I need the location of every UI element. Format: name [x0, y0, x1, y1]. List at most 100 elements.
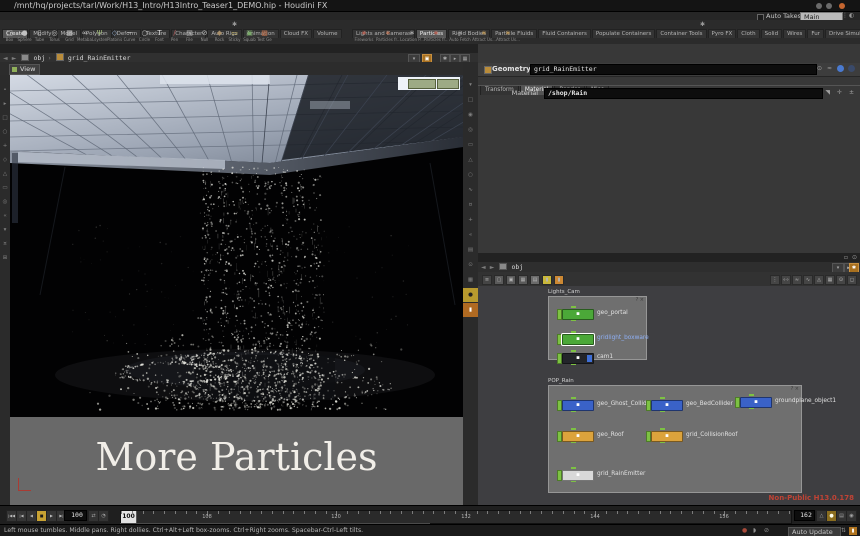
- viewport-tool-icon[interactable]: ▭: [0, 181, 10, 195]
- scene-path-node[interactable]: grid_RainEmitter: [68, 54, 131, 62]
- display-option-icon[interactable]: ⊙: [463, 258, 478, 272]
- viewport-camera-menu[interactable]: [408, 79, 436, 89]
- node-body[interactable]: ▪: [651, 431, 683, 442]
- shelf-tool-attract-us[interactable]: ∗Attract Us...: [496, 29, 520, 42]
- shelf-tab-volume[interactable]: Volume: [313, 29, 341, 38]
- search-icon[interactable]: ⊙: [817, 65, 822, 72]
- viewport-view-menu[interactable]: [437, 79, 459, 89]
- shelf-tool-curve[interactable]: ~Curve: [122, 29, 137, 42]
- network-view-icon[interactable]: ∘∘: [781, 275, 791, 285]
- node-body[interactable]: ▪: [740, 397, 772, 408]
- display-option-icon[interactable]: ▤: [463, 243, 478, 257]
- range-end-field[interactable]: 162: [794, 510, 815, 521]
- minimize-button[interactable]: [816, 3, 822, 9]
- display-option-icon[interactable]: ●: [463, 288, 478, 302]
- shelf-tool-grid[interactable]: ▦Grid: [62, 29, 77, 42]
- node-input-connector[interactable]: [571, 306, 576, 308]
- shelf-tool-squab[interactable]: ▣Squab: [242, 29, 257, 42]
- display-option-icon[interactable]: ∿: [463, 183, 478, 197]
- network-view-icon[interactable]: ⋮: [770, 275, 780, 285]
- pane-menu-icon[interactable]: ⊙: [852, 254, 857, 261]
- back-icon[interactable]: ◄: [3, 55, 8, 62]
- network-tool-icon[interactable]: ▢: [494, 275, 504, 285]
- display-option-icon[interactable]: ▦: [463, 273, 478, 287]
- node-input-connector[interactable]: [571, 350, 576, 352]
- shelf-tool-metaball[interactable]: ∞Metaball: [77, 29, 92, 42]
- network-box-pop-rain[interactable]: ? ×▪geo_Ghost_Collider▪geo_BedCollider▪g…: [548, 385, 802, 493]
- record-icon[interactable]: ●: [742, 527, 747, 534]
- viewport-tool-icon[interactable]: ¤: [0, 237, 10, 251]
- cook-icon[interactable]: ▮: [849, 527, 857, 535]
- network-view-icon[interactable]: ◻: [847, 275, 857, 285]
- scene-path-root[interactable]: obj: [33, 54, 45, 62]
- node-body[interactable]: ▪: [562, 334, 594, 345]
- forward-icon[interactable]: ►: [490, 264, 495, 271]
- node-input-connector[interactable]: [749, 394, 754, 396]
- current-frame-field[interactable]: 100: [64, 510, 87, 521]
- shelf-tool-box[interactable]: □Box: [2, 29, 17, 42]
- node-input-connector[interactable]: [571, 397, 576, 399]
- shelf-tab-cloth[interactable]: Cloth: [737, 29, 759, 38]
- viewport-tool-icon[interactable]: «: [0, 209, 10, 223]
- network-path-root[interactable]: obj: [511, 263, 523, 271]
- shelf-tool-location-p[interactable]: ∗Location P...: [400, 29, 424, 42]
- playbar-options-icon[interactable]: ◉: [846, 510, 857, 522]
- viewport-tool-icon[interactable]: ◎: [0, 195, 10, 209]
- back-icon[interactable]: ◄: [481, 264, 486, 271]
- shelf-gear-icon[interactable]: ✱: [232, 21, 237, 28]
- shelf-tool-pen[interactable]: ∕Pen: [167, 29, 182, 42]
- shelf-tool-tube[interactable]: ▯Tube: [32, 29, 47, 42]
- message-icon[interactable]: ◗: [753, 527, 756, 534]
- shelf-tab-container-tools[interactable]: Container Tools: [656, 29, 706, 38]
- display-option-icon[interactable]: △: [463, 153, 478, 167]
- node-body[interactable]: ▪: [562, 400, 594, 411]
- scene-viewport-3d[interactable]: [10, 75, 463, 417]
- shelf-tool-null[interactable]: ⊘Null: [197, 29, 212, 42]
- shelf-tool-attract-us[interactable]: ∗Attract Us...: [472, 29, 496, 42]
- network-view-icon[interactable]: ⊙: [836, 275, 846, 285]
- viewport-tool-icon[interactable]: +: [0, 139, 10, 153]
- network-tool-icon[interactable]: ▮: [542, 275, 552, 285]
- shelf-tab-cloud-fx[interactable]: Cloud FX: [280, 29, 312, 38]
- display-option-icon[interactable]: ¤: [463, 198, 478, 212]
- network-view-icon[interactable]: ∿: [803, 275, 813, 285]
- shelf-tool-test-geo[interactable]: ▩Test Geo: [257, 29, 272, 42]
- clear-icon[interactable]: ±: [849, 89, 854, 96]
- node-body[interactable]: ▪: [562, 470, 594, 481]
- pane-split-icon[interactable]: ▫: [844, 254, 848, 261]
- shelf-tool-particles-fr[interactable]: ∗Particles fr...: [376, 29, 400, 42]
- node-input-connector[interactable]: [571, 331, 576, 333]
- shelf-tab-solid[interactable]: Solid: [761, 29, 782, 38]
- display-option-icon[interactable]: ▾: [463, 78, 478, 92]
- shelf-tab-wires[interactable]: Wires: [783, 29, 806, 38]
- viewport-tool-icon[interactable]: ⊞: [0, 251, 10, 265]
- display-option-icon[interactable]: ○: [463, 168, 478, 182]
- display-option-icon[interactable]: ◉: [463, 108, 478, 122]
- node-input-connector[interactable]: [571, 467, 576, 469]
- viewport-tool-icon[interactable]: ▸: [0, 97, 10, 111]
- shelf-tool-auto-fetch[interactable]: ∗Auto Fetch: [448, 29, 472, 42]
- network-tool-icon[interactable]: ▣: [506, 275, 516, 285]
- network-tool-icon[interactable]: ▦: [518, 275, 528, 285]
- viewport-tool-icon[interactable]: ◇: [0, 153, 10, 167]
- node-input-connector[interactable]: [660, 397, 665, 399]
- network-view-icon[interactable]: ▦: [825, 275, 835, 285]
- timeline-ruler[interactable]: 100 108120132144156: [120, 510, 792, 524]
- network-view-icon[interactable]: ≈: [792, 275, 802, 285]
- netbox-close-icon[interactable]: ? ×: [636, 297, 644, 303]
- view-tool-button[interactable]: View: [9, 64, 40, 75]
- viewport-tool-icon[interactable]: △: [0, 167, 10, 181]
- shelf-tab-populate-containers[interactable]: Populate Containers: [592, 29, 655, 38]
- node-input-connector[interactable]: [660, 428, 665, 430]
- shelf-tool-sticky[interactable]: ▭Sticky: [227, 29, 242, 42]
- shelf-tool-torus[interactable]: ◎Torus: [47, 29, 62, 42]
- forward-icon[interactable]: ►: [12, 55, 17, 62]
- netbox-close-icon[interactable]: ? ×: [791, 386, 799, 392]
- display-option-icon[interactable]: +: [463, 213, 478, 227]
- shelf-tool-lsystem[interactable]: ΨLsystem: [92, 29, 107, 42]
- update-mode-selector[interactable]: Auto Update: [788, 527, 841, 536]
- update-spinner-icon[interactable]: ⇅: [841, 527, 846, 534]
- shelf-tab-fur[interactable]: Fur: [807, 29, 824, 38]
- display-option-icon[interactable]: ▭: [463, 138, 478, 152]
- shelf-tab-pyro-fx[interactable]: Pyro FX: [708, 29, 737, 38]
